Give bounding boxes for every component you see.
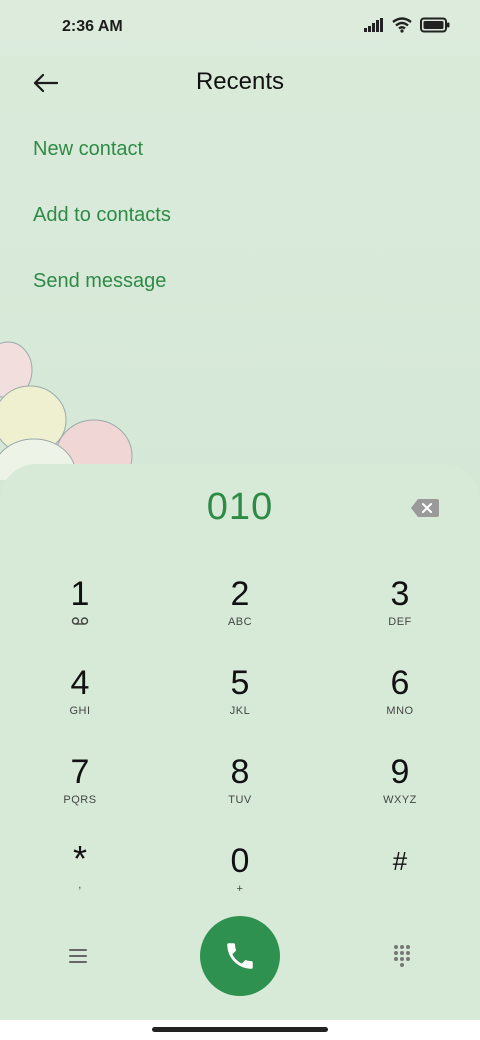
- system-nav-bar: [0, 1020, 480, 1040]
- key-letters: MNO: [386, 705, 414, 717]
- signal-icon: [364, 18, 383, 32]
- key-letters: WXYZ: [383, 794, 417, 806]
- voicemail-icon: [71, 617, 89, 625]
- key-4[interactable]: 4 GHI: [0, 663, 160, 752]
- key-6[interactable]: 6 MNO: [320, 663, 480, 752]
- options-menu: New contact Add to contacts Send message: [0, 116, 480, 314]
- key-digit: 5: [230, 664, 250, 702]
- key-digit: 8: [230, 753, 250, 791]
- send-message-option[interactable]: Send message: [0, 248, 480, 314]
- key-7[interactable]: 7 PQRS: [0, 752, 160, 841]
- dialer-bottom-bar: [0, 916, 480, 996]
- key-digit: #: [392, 846, 408, 876]
- call-button[interactable]: [200, 916, 280, 996]
- status-bar: 2:36 AM: [0, 0, 480, 56]
- key-letters: [320, 883, 480, 897]
- key-letters: GHI: [69, 705, 91, 717]
- dialpad-toggle-button[interactable]: [388, 942, 416, 970]
- key-1[interactable]: 1: [0, 574, 160, 663]
- key-letters: PQRS: [63, 794, 97, 806]
- key-digit: 7: [70, 753, 90, 791]
- home-indicator[interactable]: [152, 1027, 328, 1032]
- key-letters: [0, 616, 160, 630]
- menu-button[interactable]: [64, 942, 92, 970]
- key-digit: 9: [390, 753, 410, 791]
- new-contact-option[interactable]: New contact: [0, 116, 480, 182]
- phone-icon: [227, 943, 253, 969]
- key-letters: TUV: [228, 794, 252, 806]
- backspace-icon: [411, 499, 439, 517]
- dialpad-icon: [394, 945, 410, 967]
- key-letters: JKL: [229, 705, 251, 717]
- key-8[interactable]: 8 TUV: [160, 752, 320, 841]
- key-9[interactable]: 9 WXYZ: [320, 752, 480, 841]
- key-letters: ,: [78, 879, 82, 891]
- key-letters: +: [236, 883, 244, 895]
- wifi-icon: [392, 17, 412, 33]
- key-5[interactable]: 5 JKL: [160, 663, 320, 752]
- key-letters: DEF: [388, 616, 412, 628]
- key-digit: 2: [230, 575, 250, 613]
- battery-icon: [420, 17, 450, 33]
- key-digit: *: [72, 838, 87, 879]
- app-header: Recents: [0, 56, 480, 114]
- dialpad-panel: 010 1 2 ABC 3 DEF 4 GHI 5 JKL 6 MNO 7 PQ…: [0, 464, 480, 1020]
- add-to-contacts-option[interactable]: Add to contacts: [0, 182, 480, 248]
- key-digit: 3: [390, 575, 410, 613]
- key-letters: ABC: [227, 616, 253, 628]
- key-digit: 4: [70, 664, 90, 702]
- dialed-number: 010: [206, 486, 274, 528]
- status-icons: [364, 17, 450, 33]
- key-digit: 1: [70, 575, 90, 613]
- balloon-decoration: [0, 341, 133, 480]
- key-digit: 0: [230, 842, 250, 880]
- keypad: 1 2 ABC 3 DEF 4 GHI 5 JKL 6 MNO 7 PQRS 8…: [0, 574, 480, 930]
- key-3[interactable]: 3 DEF: [320, 574, 480, 663]
- backspace-button[interactable]: [410, 498, 440, 518]
- key-2[interactable]: 2 ABC: [160, 574, 320, 663]
- key-digit: 6: [390, 664, 410, 702]
- page-title: Recents: [195, 68, 285, 95]
- status-time: 2:36 AM: [62, 18, 123, 35]
- menu-icon: [69, 949, 87, 963]
